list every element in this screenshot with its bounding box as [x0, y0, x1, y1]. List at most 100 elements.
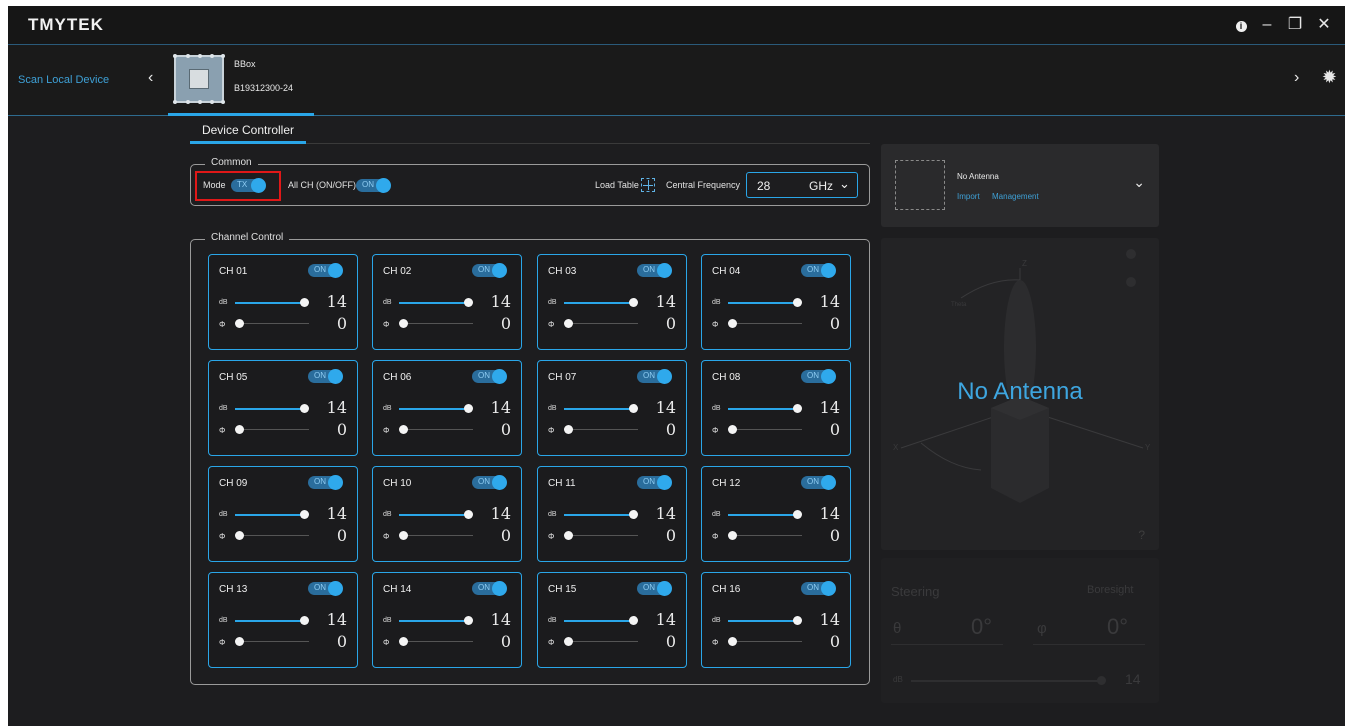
db-slider-knob[interactable] — [300, 298, 309, 307]
phase-slider-knob[interactable] — [564, 319, 573, 328]
phase-slider-track[interactable] — [728, 641, 802, 642]
import-link[interactable]: Import — [957, 192, 980, 201]
phase-slider-knob[interactable] — [235, 637, 244, 646]
restore-icon[interactable]: ❐ — [1284, 14, 1306, 36]
phase-slider-knob[interactable] — [235, 425, 244, 434]
minimize-icon[interactable]: – — [1256, 14, 1278, 36]
db-slider-track[interactable] — [235, 514, 303, 516]
channel-toggle[interactable]: ON — [801, 581, 836, 596]
db-slider-knob[interactable] — [300, 616, 309, 625]
db-slider-track[interactable] — [728, 408, 796, 410]
db-slider-knob[interactable] — [629, 510, 638, 519]
phi-value[interactable]: 0° — [1107, 614, 1128, 640]
db-slider-knob[interactable] — [629, 298, 638, 307]
load-table-icon[interactable] — [641, 178, 655, 192]
db-slider-track[interactable] — [399, 620, 467, 622]
phase-slider-track[interactable] — [728, 535, 802, 536]
channel-toggle[interactable]: ON — [308, 581, 343, 596]
theta-value[interactable]: 0° — [971, 614, 992, 640]
chevron-right-icon[interactable]: › — [1294, 69, 1299, 87]
chevron-left-icon[interactable]: ‹ — [148, 69, 153, 87]
db-slider-knob[interactable] — [629, 616, 638, 625]
device-card[interactable]: BBox B19312300-24 — [168, 45, 314, 116]
db-slider-knob[interactable] — [464, 404, 473, 413]
db-slider-track[interactable] — [235, 302, 303, 304]
db-slider-track[interactable] — [235, 620, 303, 622]
phase-slider-knob[interactable] — [564, 531, 573, 540]
phase-slider-track[interactable] — [235, 641, 309, 642]
phase-slider-track[interactable] — [564, 323, 638, 324]
channel-toggle[interactable]: ON — [472, 263, 507, 278]
db-slider-knob[interactable] — [793, 510, 802, 519]
steering-db-knob[interactable] — [1097, 676, 1106, 685]
channel-toggle[interactable]: ON — [308, 263, 343, 278]
db-slider-track[interactable] — [564, 514, 632, 516]
phase-slider-track[interactable] — [235, 535, 309, 536]
phase-slider-knob[interactable] — [399, 425, 408, 434]
phase-slider-track[interactable] — [235, 429, 309, 430]
phase-slider-track[interactable] — [564, 641, 638, 642]
all-ch-toggle[interactable]: ON — [356, 178, 391, 193]
phase-slider-track[interactable] — [564, 429, 638, 430]
phase-slider-track[interactable] — [564, 535, 638, 536]
gear-icon[interactable]: ✹ — [1322, 67, 1337, 88]
db-slider-track[interactable] — [728, 302, 796, 304]
db-slider-track[interactable] — [728, 620, 796, 622]
db-slider-knob[interactable] — [300, 510, 309, 519]
phase-slider-knob[interactable] — [564, 425, 573, 434]
db-slider-knob[interactable] — [464, 298, 473, 307]
phase-slider-knob[interactable] — [399, 319, 408, 328]
db-slider-knob[interactable] — [793, 404, 802, 413]
phase-slider-track[interactable] — [399, 535, 473, 536]
db-slider-track[interactable] — [399, 408, 467, 410]
phase-slider-knob[interactable] — [235, 319, 244, 328]
phase-slider-knob[interactable] — [728, 425, 737, 434]
db-slider-knob[interactable] — [793, 298, 802, 307]
phase-slider-knob[interactable] — [728, 319, 737, 328]
help-icon[interactable]: ? — [1138, 528, 1145, 542]
channel-toggle[interactable]: ON — [637, 369, 672, 384]
channel-toggle[interactable]: ON — [472, 475, 507, 490]
db-slider-track[interactable] — [564, 620, 632, 622]
close-icon[interactable]: ✕ — [1313, 14, 1335, 36]
phase-slider-track[interactable] — [399, 641, 473, 642]
db-slider-knob[interactable] — [629, 404, 638, 413]
db-slider-track[interactable] — [399, 514, 467, 516]
db-slider-track[interactable] — [399, 302, 467, 304]
db-slider-knob[interactable] — [300, 404, 309, 413]
channel-toggle[interactable]: ON — [637, 263, 672, 278]
db-slider-knob[interactable] — [464, 616, 473, 625]
phase-slider-track[interactable] — [728, 429, 802, 430]
scan-local-device-link[interactable]: Scan Local Device — [18, 74, 109, 86]
tab-device-controller[interactable]: Device Controller — [190, 119, 306, 143]
channel-toggle[interactable]: ON — [801, 475, 836, 490]
db-slider-track[interactable] — [235, 408, 303, 410]
phase-slider-knob[interactable] — [399, 637, 408, 646]
channel-toggle[interactable]: ON — [637, 581, 672, 596]
db-slider-knob[interactable] — [464, 510, 473, 519]
phase-slider-knob[interactable] — [399, 531, 408, 540]
channel-toggle[interactable]: ON — [308, 475, 343, 490]
phase-slider-knob[interactable] — [564, 637, 573, 646]
antenna-selector[interactable]: No Antenna Import Management ⌄ — [881, 144, 1159, 227]
channel-toggle[interactable]: ON — [308, 369, 343, 384]
info-icon[interactable]: i — [1230, 14, 1252, 36]
channel-toggle[interactable]: ON — [472, 581, 507, 596]
phase-slider-track[interactable] — [235, 323, 309, 324]
management-link[interactable]: Management — [992, 192, 1039, 201]
channel-toggle[interactable]: ON — [472, 369, 507, 384]
boresight-button[interactable]: Boresight — [1087, 584, 1133, 596]
phase-slider-knob[interactable] — [728, 531, 737, 540]
phase-slider-track[interactable] — [399, 323, 473, 324]
phase-slider-track[interactable] — [728, 323, 802, 324]
phase-slider-knob[interactable] — [235, 531, 244, 540]
phase-slider-track[interactable] — [399, 429, 473, 430]
db-slider-knob[interactable] — [793, 616, 802, 625]
db-slider-track[interactable] — [564, 408, 632, 410]
chevron-down-icon[interactable]: ⌄ — [1133, 174, 1145, 191]
db-slider-track[interactable] — [728, 514, 796, 516]
db-slider-track[interactable] — [564, 302, 632, 304]
channel-toggle[interactable]: ON — [637, 475, 672, 490]
channel-toggle[interactable]: ON — [801, 263, 836, 278]
steering-db-slider[interactable] — [911, 680, 1101, 682]
